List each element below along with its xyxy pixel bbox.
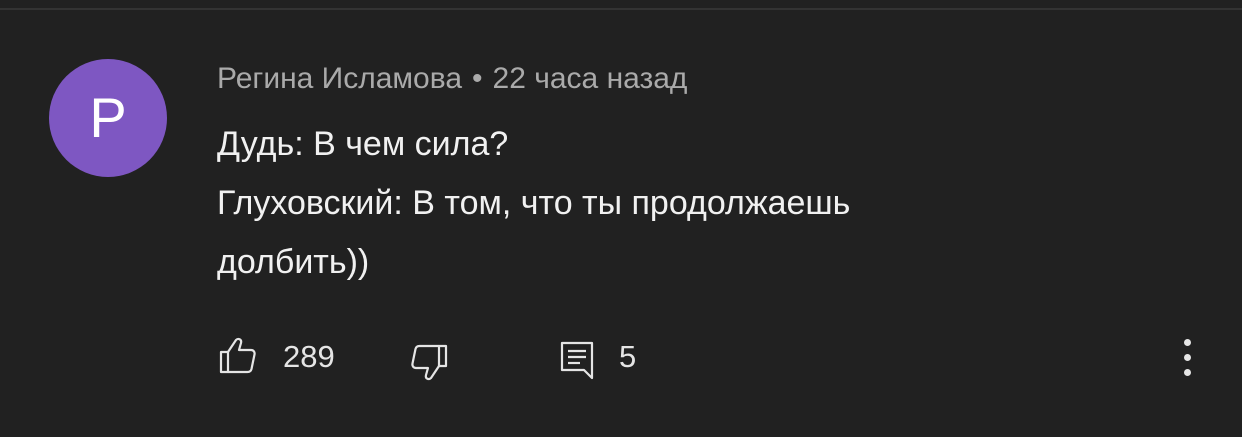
timestamp[interactable]: 22 часа назад: [493, 62, 688, 95]
comment-line: Дудь: В чем сила?: [217, 125, 509, 163]
avatar-letter: P: [89, 86, 127, 149]
top-divider: [0, 0, 1242, 10]
comment-line: долбить)): [217, 243, 370, 281]
comment-icon[interactable]: [559, 340, 595, 380]
separator-dot: •: [472, 62, 483, 95]
avatar[interactable]: P: [49, 59, 167, 177]
thumb-down-icon[interactable]: [410, 343, 450, 383]
author-name[interactable]: Регина Исламова: [217, 62, 462, 95]
thumb-up-icon[interactable]: [217, 335, 257, 375]
more-options-button[interactable]: [1177, 337, 1199, 379]
more-vertical-icon: [1184, 339, 1191, 346]
reply-count[interactable]: 5: [619, 339, 636, 375]
more-vertical-icon: [1184, 354, 1191, 361]
comment-header: Регина Исламова • 22 часа назад: [217, 62, 687, 96]
comment-line: Глуховский: В том, что ты продолжаешь: [217, 184, 851, 222]
comment-actions: 289 5: [217, 335, 1217, 381]
comment-text: Дудь: В чем сила? Глуховский: В том, что…: [217, 115, 1117, 292]
more-vertical-icon: [1184, 369, 1191, 376]
like-count: 289: [283, 339, 335, 374]
